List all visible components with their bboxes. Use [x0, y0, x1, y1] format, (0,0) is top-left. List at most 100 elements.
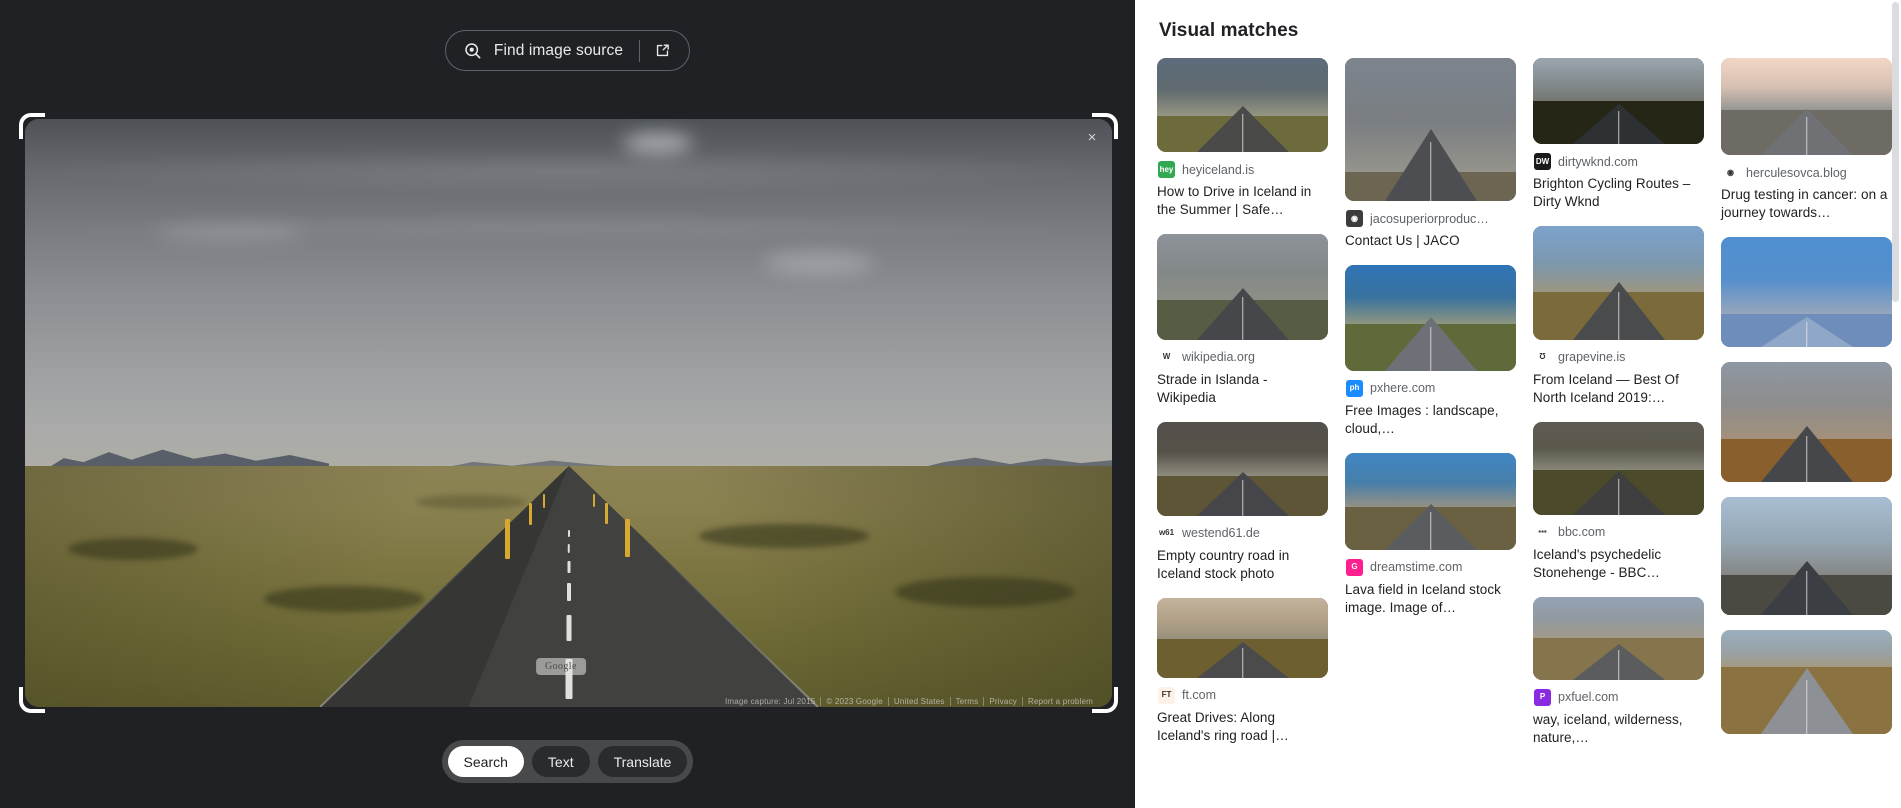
visual-match-card[interactable]: ◉ herculesovca.blog Drug testing in cancer…: [1721, 58, 1892, 222]
match-thumbnail[interactable]: [1533, 596, 1704, 680]
marker-post: [504, 519, 510, 559]
credit-item: © 2023 Google: [820, 697, 888, 706]
match-thumbnail[interactable]: [1157, 58, 1328, 152]
match-thumbnail[interactable]: [1533, 58, 1704, 144]
match-source-row: ph pxhere.com: [1346, 379, 1516, 397]
crop-handle-bottom-left[interactable]: [19, 687, 45, 713]
cloud-band: [25, 146, 1112, 196]
find-image-source-label: Find image source: [493, 41, 624, 59]
match-thumbnail[interactable]: [1721, 496, 1892, 615]
street-view-photo[interactable]: Google Image capture: Jul 2015 © 2023 Goo…: [25, 119, 1112, 707]
visual-match-card[interactable]: ◉ jacosuperiorproduc… Contact Us | JACO: [1345, 58, 1516, 250]
mode-switcher-bar: Search Text Translate: [0, 740, 1135, 783]
visual-match-card[interactable]: DW dirtywknd.com Brighton Cycling Routes –…: [1533, 58, 1704, 211]
favicon-icon: W: [1158, 348, 1175, 366]
match-thumbnail[interactable]: [1345, 264, 1516, 371]
thumb-sky: [1721, 629, 1892, 668]
thumb-sky: [1157, 421, 1328, 477]
lane-dash: [566, 583, 571, 601]
visual-match-card[interactable]: FT ft.com Great Drives: Along Iceland's ri…: [1157, 597, 1328, 745]
match-thumbnail[interactable]: [1721, 629, 1892, 734]
visual-match-card[interactable]: Ʊgrapevine.is From Iceland — Best Of Nort…: [1533, 225, 1704, 407]
visual-matches-grid: hey heyiceland.is How to Drive in Iceland …: [1157, 58, 1892, 747]
visual-match-card[interactable]: w61 westend61.de Empty country road in Ice…: [1157, 421, 1328, 583]
favicon-icon: ▪▪▪: [1534, 523, 1551, 541]
crop-handle-bottom-right[interactable]: [1092, 687, 1118, 713]
match-thumbnail[interactable]: [1157, 597, 1328, 678]
match-thumbnail[interactable]: [1157, 233, 1328, 340]
visual-match-card[interactable]: [1721, 629, 1892, 734]
thumb-center-line: [1429, 326, 1432, 371]
find-image-source-bar: Find image source: [0, 30, 1135, 71]
thumb-sky: [1721, 58, 1892, 111]
thumb-center-line: [1429, 511, 1432, 550]
visual-match-card[interactable]: Ppxfuel.com way, iceland, wilderness, nat…: [1533, 596, 1704, 747]
thumb-sky: [1533, 421, 1704, 471]
crop-handle-top-left[interactable]: [19, 113, 45, 139]
cloud: [155, 223, 306, 242]
match-source-domain: bbc.com: [1558, 525, 1606, 540]
visual-match-card[interactable]: Wwikipedia.org Strade in Islanda - Wikipe…: [1157, 233, 1328, 407]
scrollbar-thumb[interactable]: [1892, 2, 1899, 302]
thumb-center-line: [1241, 114, 1244, 152]
mode-chip-search[interactable]: Search: [447, 746, 524, 777]
thumb-sky: [1533, 58, 1704, 101]
visual-match-card[interactable]: ph pxhere.com Free Images : landscape, clo…: [1345, 264, 1516, 438]
button-divider: [639, 39, 641, 62]
match-source-domain: grapevine.is: [1558, 350, 1626, 365]
favicon-icon: FT: [1158, 686, 1175, 704]
match-title: way, iceland, wilderness, nature,…: [1533, 711, 1683, 745]
mode-chip-text[interactable]: Text: [531, 746, 590, 777]
lens-result-screen: Find image source Google Image capture: …: [0, 0, 1901, 808]
thumb-center-line: [1241, 479, 1244, 516]
find-image-source-button[interactable]: Find image source: [444, 30, 691, 71]
thumb-center-line: [1617, 111, 1620, 144]
match-title: Iceland's psychedelic Stonehenge - BBC…: [1533, 546, 1662, 580]
match-source-domain: ft.com: [1182, 688, 1217, 703]
imagery-credit: Image capture: Jul 2015 © 2023 Google Unit…: [720, 697, 1098, 706]
match-source-row: hey heyiceland.is: [1158, 161, 1328, 178]
visual-match-card[interactable]: hey heyiceland.is How to Drive in Iceland …: [1157, 58, 1328, 219]
match-source-row: w61 westend61.de: [1158, 524, 1328, 542]
match-thumbnail[interactable]: [1157, 421, 1328, 516]
credit-item: Privacy: [983, 697, 1022, 706]
match-title: From Iceland — Best Of North Iceland 201…: [1533, 371, 1679, 405]
visual-match-card[interactable]: [1721, 496, 1892, 615]
thumb-center-line: [1805, 679, 1808, 734]
match-thumbnail[interactable]: [1533, 421, 1704, 515]
lens-search-icon: [463, 41, 482, 60]
scrollbar-track[interactable]: [1892, 2, 1899, 806]
match-thumbnail[interactable]: [1345, 58, 1516, 201]
crop-frame[interactable]: Google Image capture: Jul 2015 © 2023 Goo…: [19, 113, 1118, 713]
match-source-row: Ppxfuel.com: [1534, 688, 1704, 706]
thumb-center-line: [1805, 570, 1808, 615]
thumb-center-line: [1241, 647, 1244, 678]
visual-match-card[interactable]: [1721, 236, 1892, 347]
favicon-icon: P: [1534, 688, 1551, 706]
match-title: Brighton Cycling Routes – Dirty Wknd: [1533, 176, 1691, 209]
visual-matches-pane[interactable]: Visual matches hey heyiceland.is How to Dr…: [1135, 0, 1901, 808]
match-source-row: Ʊgrapevine.is: [1534, 348, 1704, 366]
cloud: [622, 132, 693, 153]
marker-post: [624, 519, 630, 557]
match-title: How to Drive in Iceland in the Summer | …: [1157, 184, 1312, 217]
lane-dash: [566, 615, 571, 641]
match-thumbnail[interactable]: [1345, 452, 1516, 550]
match-thumbnail[interactable]: [1721, 236, 1892, 347]
mode-chip-translate[interactable]: Translate: [597, 746, 688, 777]
close-icon[interactable]: ×: [1081, 126, 1103, 148]
match-thumbnail[interactable]: [1721, 58, 1892, 155]
visual-match-card[interactable]: Gdreamstime.com Lava field in Iceland sto…: [1345, 452, 1516, 617]
visual-match-card[interactable]: [1721, 361, 1892, 482]
match-source-domain: dreamstime.com: [1370, 560, 1463, 575]
match-source-row: Wwikipedia.org: [1158, 348, 1328, 366]
marker-post: [592, 494, 595, 507]
match-thumbnail[interactable]: [1533, 225, 1704, 340]
thumb-center-line: [1805, 435, 1808, 482]
visual-match-card[interactable]: ▪▪▪ bbc.com Iceland's psychedelic Stonehen…: [1533, 421, 1704, 582]
marker-post: [542, 494, 545, 508]
mode-chips: Search Text Translate: [441, 740, 694, 783]
marker-post: [604, 503, 608, 524]
match-thumbnail[interactable]: [1721, 361, 1892, 482]
match-source-row: DW dirtywknd.com: [1534, 153, 1704, 170]
